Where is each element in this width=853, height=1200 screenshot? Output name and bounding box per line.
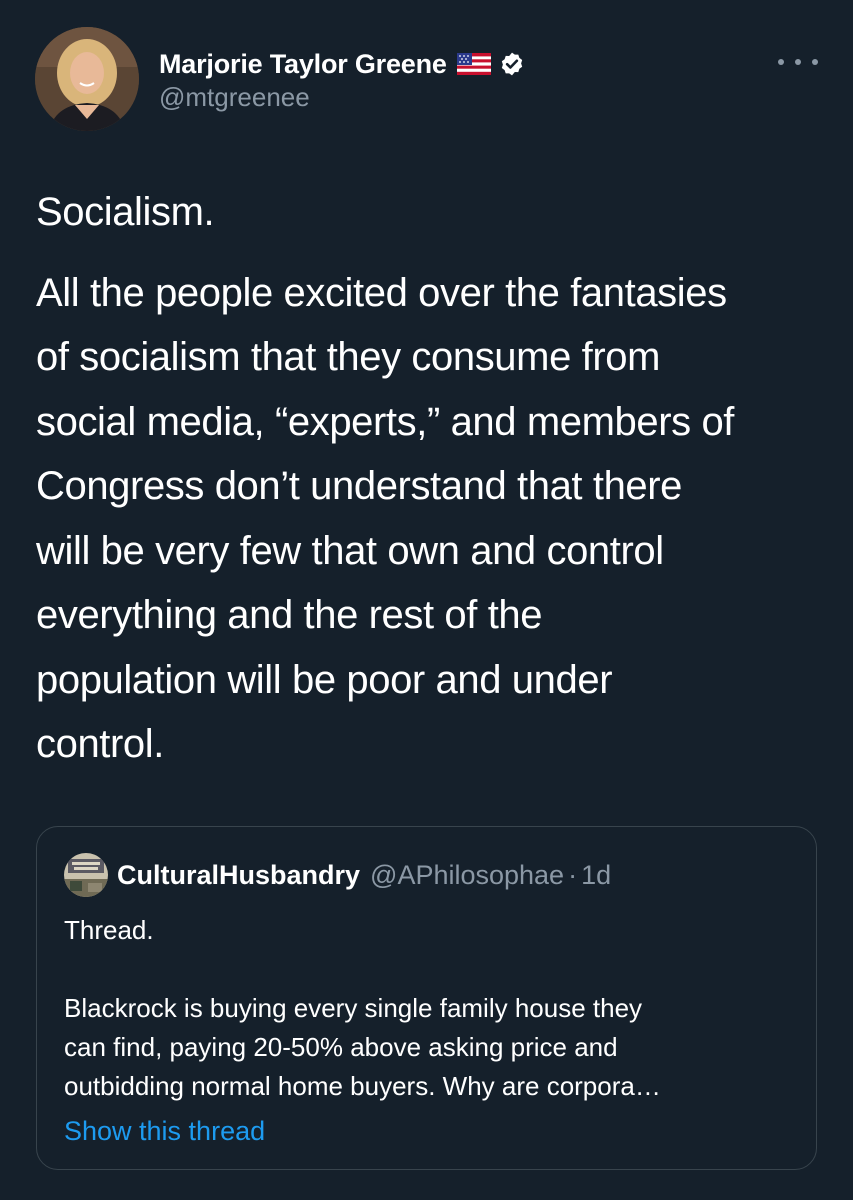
tweet-text-line: All the people excited over the fantasie…	[36, 270, 727, 315]
quoted-text-line: outbidding normal home buyers. Why are c…	[64, 1071, 661, 1101]
tweet-text-line: control.	[36, 722, 164, 766]
more-options-icon[interactable]	[778, 50, 818, 74]
show-thread-link[interactable]: Show this thread	[64, 1116, 265, 1147]
quoted-timestamp[interactable]: 1d	[581, 860, 611, 891]
tweet: Marjorie Taylor Greene @mtgreenee Social…	[0, 0, 853, 1200]
tweet-text-line: population will be poor and under	[36, 657, 613, 702]
author-handle[interactable]: @mtgreenee	[159, 82, 310, 113]
author-name[interactable]: Marjorie Taylor Greene	[159, 49, 447, 80]
tweet-text-line: Congress don’t understand that there	[36, 464, 683, 508]
tweet-text: Socialism. All the people excited over t…	[36, 180, 826, 777]
quoted-header: CulturalHusbandry @APhilosophae · 1d	[117, 857, 611, 893]
tweet-text-line: everything and the rest of the	[36, 593, 543, 637]
separator-dot: ·	[568, 859, 578, 890]
author-line: Marjorie Taylor Greene	[159, 44, 525, 84]
quoted-text-line: Blackrock is buying every single family …	[64, 993, 643, 1023]
quoted-author-handle[interactable]: @APhilosophae	[370, 860, 564, 891]
author-avatar[interactable]	[35, 27, 139, 131]
dot-icon	[778, 59, 784, 65]
tweet-text-line: of socialism that they consume from	[36, 335, 661, 379]
tweet-text-line: Socialism.	[36, 190, 215, 234]
quoted-author-avatar[interactable]	[64, 853, 108, 897]
quoted-text-line	[64, 950, 794, 989]
quoted-author-name[interactable]: CulturalHusbandry	[117, 860, 360, 891]
us-flag-icon	[456, 53, 491, 75]
dot-icon	[795, 59, 801, 65]
verified-badge-icon	[499, 51, 525, 77]
tweet-text-line: social media, “experts,” and members of	[36, 399, 735, 444]
dot-icon	[812, 59, 818, 65]
quoted-tweet[interactable]: CulturalHusbandry @APhilosophae · 1d Thr…	[36, 826, 817, 1170]
tweet-text-line: will be very few that own and control	[36, 528, 664, 573]
quoted-text: Thread. Blackrock is buying every single…	[64, 911, 794, 1106]
quoted-text-line: can find, paying 20-50% above asking pri…	[64, 1032, 618, 1062]
quoted-text-line: Thread.	[64, 915, 154, 945]
